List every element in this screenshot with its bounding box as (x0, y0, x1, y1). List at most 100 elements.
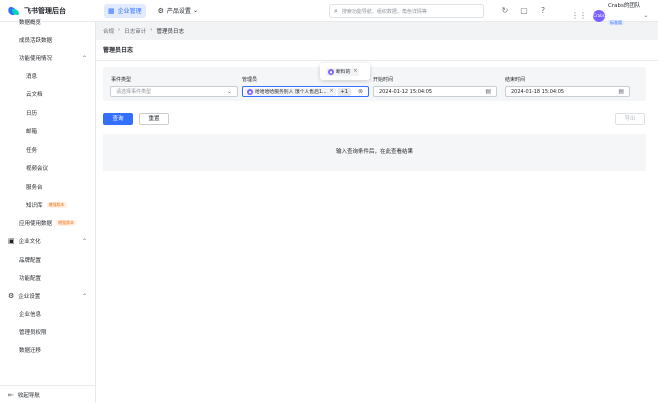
sidebar: 数据概览 成员活跃数据 功能使用情况 ⌃ 消息 云文档 日历 邮箱 任务 视频会议… (0, 20, 96, 403)
sidebar-item-label: 日历 (26, 111, 38, 117)
sidebar-item-admin-permissions[interactable]: 管理员权限 (0, 325, 96, 339)
sidebar-item-label: 应用使用数据 (19, 221, 53, 227)
sidebar-group-culture[interactable]: ▣ 企业文化 ⌃ (0, 234, 96, 248)
sidebar-item-label: 邮箱 (26, 129, 38, 135)
avatar: ● (247, 88, 253, 95)
chevron-right-icon: › (150, 27, 153, 33)
search-icon: ⌕ (334, 6, 338, 15)
divider (96, 60, 658, 61)
sidebar-item-label: 成员活跃数据 (19, 38, 53, 44)
close-icon[interactable]: × (330, 89, 334, 94)
sidebar-item-feature-usage[interactable]: 功能使用情况 ⌃ (0, 51, 96, 65)
breadcrumb-item[interactable]: 合规 (103, 27, 114, 35)
sidebar-item-label: 服务台 (26, 185, 43, 191)
tenant-name: Crabs的团队 (608, 3, 641, 9)
user-menu[interactable]: ⋮⋮ Crabs Crabs的团队 标准版 ⌄ (571, 3, 648, 28)
start-time-label: 开始时间 (373, 77, 394, 83)
breadcrumb-item[interactable]: 日志审计 (124, 27, 146, 35)
grid-settings-icon: ⚙ (157, 6, 164, 15)
breadcrumb-current: 管理员日志 (156, 29, 184, 35)
sidebar-item-label: 知识库 (26, 203, 43, 209)
chevron-up-icon: ⌃ (81, 292, 87, 300)
sidebar-item-data-migration[interactable]: 数据迁移 (0, 343, 96, 357)
avatar: ● (328, 68, 334, 75)
tab-product-settings[interactable]: ⚙ 产品设置 ⌄ (154, 4, 202, 18)
empty-state: 输入查询条件后，在此查看结果 (103, 134, 646, 171)
sidebar-item-label: 云文档 (26, 92, 43, 98)
chevron-up-icon: ⌃ (81, 54, 87, 62)
sidebar-item-tasks[interactable]: 任务 (0, 143, 96, 157)
event-type-placeholder: 请选择事件类型 (116, 89, 152, 95)
apps-grid-icon[interactable]: ⋮⋮ (571, 11, 587, 20)
sidebar-item-docs[interactable]: 云文档 (0, 87, 96, 101)
plan-badge: 标准版 (608, 20, 624, 25)
sidebar-item-member-activity[interactable]: 成员活跃数据 (0, 33, 96, 47)
collapse-nav-button[interactable]: ⇤ 收起导航 (0, 385, 96, 403)
admin-chip-label: 哈哈哈哈服务别人 饿个人售后1... (255, 90, 327, 95)
selected-admins-popover: ● 断料的 × (320, 63, 370, 80)
page-title: 管理员日志 (103, 47, 134, 54)
more-count-badge[interactable]: +1 (337, 87, 351, 96)
app-title: 飞书管理后台 (24, 6, 66, 15)
collapse-icon: ⇤ (8, 390, 14, 399)
admin-chip-label: 断料的 (336, 70, 351, 75)
end-time-label: 结束时间 (505, 77, 526, 83)
main-panel: 管理员日志 事件类型 请选择事件类型 ⌄ 管理员 ● 哈哈哈哈服务别人 饿个人售… (96, 40, 658, 403)
top-icon-group: ↻ ▢ ? (497, 4, 554, 18)
sidebar-item-enterprise-info[interactable]: 企业信息 (0, 307, 96, 321)
sidebar-item-feature-config[interactable]: 功能配置 (0, 271, 96, 285)
filter-bar: 事件类型 请选择事件类型 ⌄ 管理员 ● 哈哈哈哈服务别人 饿个人售后1... … (103, 67, 646, 101)
book-icon: ▣ (8, 237, 15, 245)
gear-icon: ⚙ (8, 292, 15, 300)
search-placeholder: 搜索功能导航、组织数据、角色详情等 (341, 8, 427, 15)
sidebar-group-label: 企业设置 (18, 294, 41, 300)
sidebar-item-messages[interactable]: 消息 (0, 69, 96, 83)
clear-icon[interactable]: ⊗ (358, 88, 363, 95)
sidebar-item-helpdesk[interactable]: 服务台 (0, 180, 96, 194)
help-icon[interactable]: ? (535, 4, 551, 18)
global-search-input[interactable]: ⌕ 搜索功能导航、组织数据、角色详情等 (329, 4, 484, 18)
sidebar-group-enterprise-settings[interactable]: ⚙ 企业设置 ⌃ (0, 289, 96, 303)
feishu-logo-icon (8, 6, 20, 16)
sidebar-item-label: 任务 (26, 148, 38, 154)
sidebar-item-brand-config[interactable]: 品牌配置 (0, 253, 96, 267)
sidebar-item-app-usage[interactable]: 应用使用数据 增强版本 (0, 216, 96, 230)
start-time-picker[interactable]: 2024-01-12 15:04:05 ▤ (373, 86, 497, 97)
tab-label: 企业管理 (117, 8, 142, 15)
sidebar-item-label: 功能配置 (19, 276, 42, 282)
tab-label: 产品设置 (166, 8, 191, 15)
sidebar-group-label: 企业文化 (18, 239, 41, 245)
sidebar-item-video-meeting[interactable]: 视频会议 (0, 161, 96, 175)
admin-select[interactable]: ● 哈哈哈哈服务别人 饿个人售后1... × +1 ⊗ (242, 86, 369, 97)
sidebar-item-wiki[interactable]: 知识库 增强版本 (0, 198, 96, 212)
export-button[interactable]: 导出 (615, 113, 645, 125)
calendar-icon: ▤ (618, 88, 624, 95)
avatar: Crabs (593, 9, 605, 22)
sidebar-item-data-overview[interactable]: 数据概览 (0, 15, 96, 29)
chevron-right-icon: › (118, 27, 121, 33)
message-icon[interactable]: ▢ (516, 4, 532, 18)
sidebar-item-label: 管理员权限 (19, 330, 47, 336)
chevron-down-icon: ⌄ (226, 88, 232, 95)
reset-button[interactable]: 重置 (139, 113, 169, 125)
close-icon[interactable]: × (353, 69, 357, 74)
query-button[interactable]: 查询 (103, 113, 133, 125)
sidebar-item-label: 数据概览 (19, 20, 42, 26)
app-logo[interactable]: 飞书管理后台 (8, 6, 96, 16)
sidebar-item-label: 消息 (26, 74, 38, 80)
sidebar-item-mail[interactable]: 邮箱 (0, 124, 96, 138)
refresh-icon[interactable]: ↻ (497, 4, 513, 18)
sidebar-item-calendar[interactable]: 日历 (0, 106, 96, 120)
sidebar-item-label: 企业信息 (19, 312, 42, 318)
enhanced-edition-tag: 增强版本 (56, 220, 77, 226)
admin-chip: ● 断料的 × (326, 67, 360, 76)
sidebar-item-label: 数据迁移 (19, 348, 42, 354)
start-time-value: 2024-01-12 15:04:05 (379, 88, 433, 95)
chevron-down-icon: ⌄ (643, 12, 649, 19)
end-time-picker[interactable]: 2024-01-18 15:04:05 ▤ (505, 86, 630, 97)
chevron-up-icon: ⌃ (81, 237, 87, 245)
event-type-label: 事件类型 (111, 77, 132, 83)
event-type-select[interactable]: 请选择事件类型 ⌄ (110, 86, 238, 97)
tab-enterprise-management[interactable]: ▦ 企业管理 (104, 3, 146, 18)
enhanced-edition-tag: 增强版本 (46, 202, 67, 208)
